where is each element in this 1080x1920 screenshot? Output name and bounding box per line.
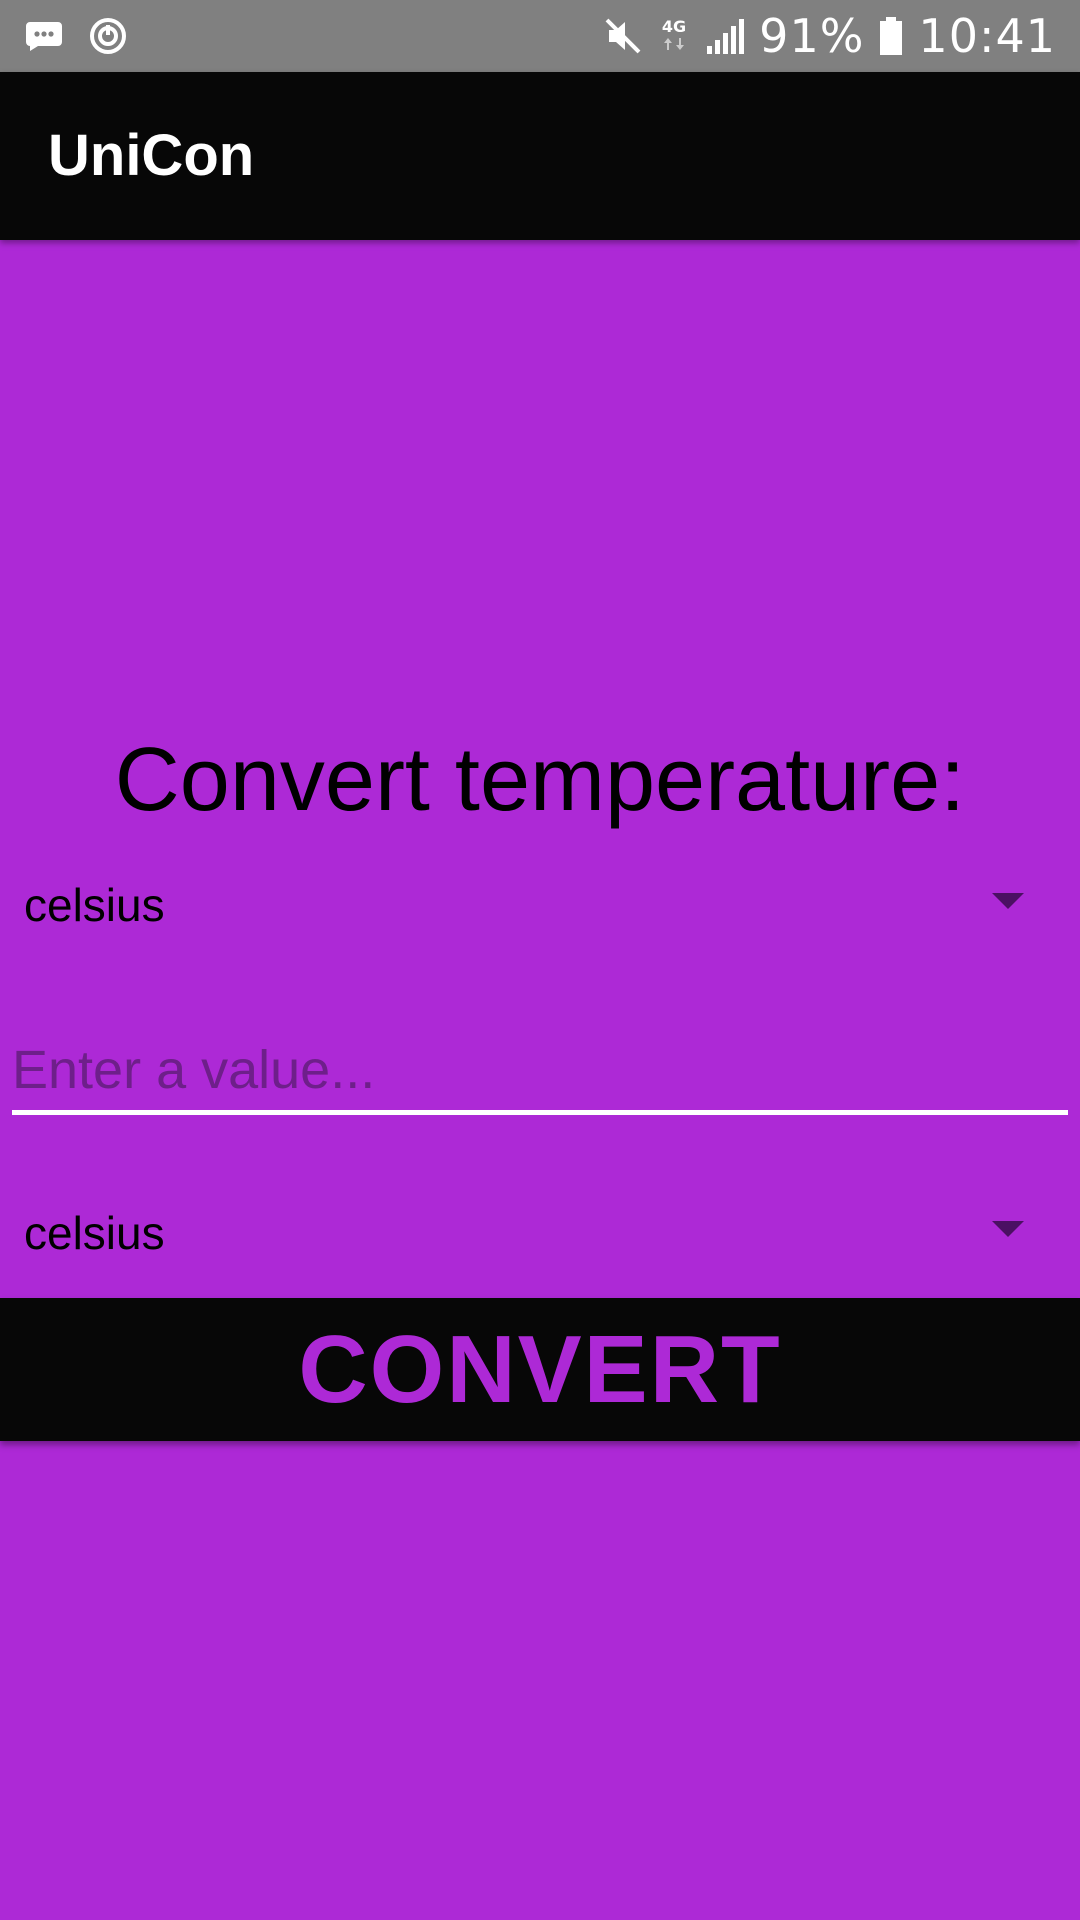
page-heading: Convert temperature: — [114, 730, 966, 830]
status-bar: 4G 91% 10:41 — [0, 0, 1080, 72]
app-bar: UniCon — [0, 72, 1080, 240]
to-unit-value: celsius — [24, 1207, 165, 1259]
from-unit-value: celsius — [24, 879, 165, 931]
signal-icon — [705, 16, 745, 56]
app-title: UniCon — [48, 123, 255, 188]
status-right: 4G 91% 10:41 — [603, 0, 1056, 72]
status-left — [24, 12, 128, 60]
dropdown-arrow-icon — [992, 1221, 1024, 1237]
svg-text:4G: 4G — [662, 17, 686, 36]
to-unit-dropdown[interactable]: celsius — [0, 1183, 1080, 1283]
clock: 10:41 — [918, 9, 1056, 63]
message-icon — [24, 20, 64, 52]
mute-icon — [603, 16, 643, 56]
battery-icon — [878, 16, 904, 56]
value-input[interactable] — [12, 1030, 1068, 1115]
convert-button[interactable]: CONVERT — [0, 1298, 1080, 1441]
battery-percent: 91% — [759, 9, 865, 63]
from-unit-dropdown[interactable]: celsius — [0, 855, 1080, 955]
network-4g-icon: 4G — [657, 16, 691, 56]
sync-icon — [88, 16, 128, 56]
dropdown-arrow-icon — [992, 893, 1024, 909]
